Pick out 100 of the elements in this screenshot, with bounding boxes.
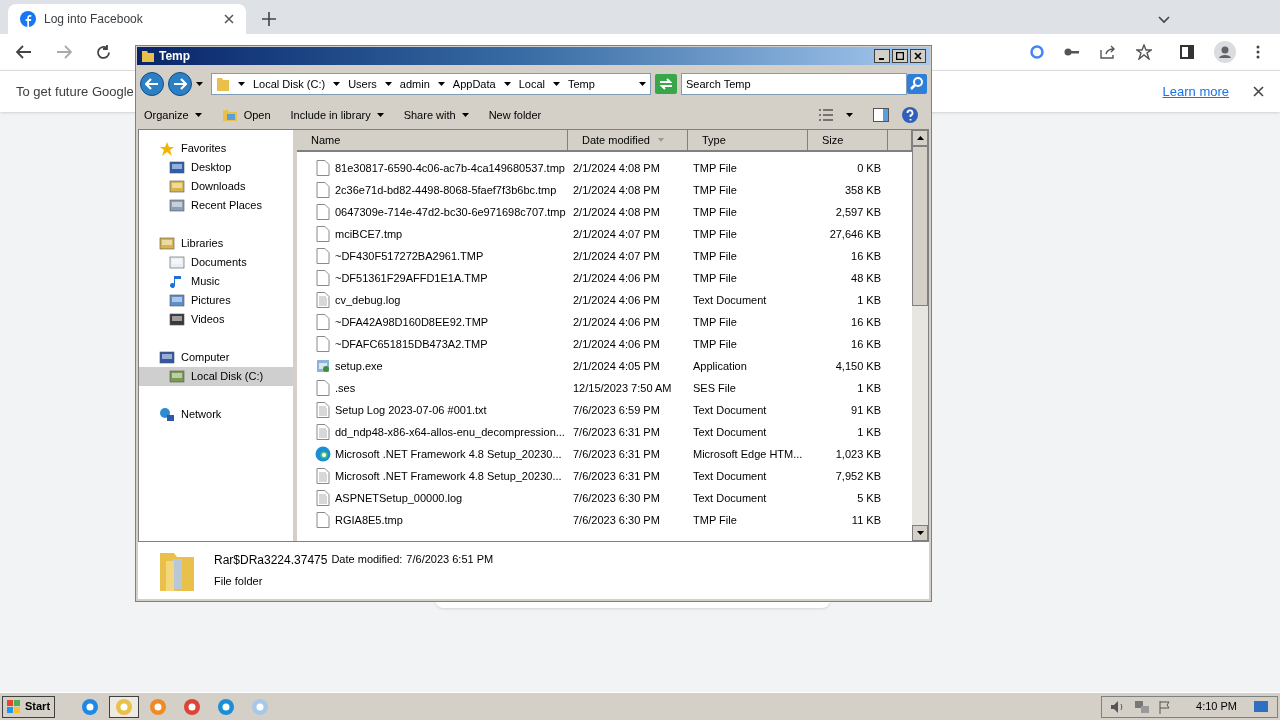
file-name: setup.exe — [335, 358, 383, 374]
column-header[interactable]: Size — [808, 130, 888, 150]
dropdown-arrow-icon — [238, 82, 245, 86]
file-row[interactable]: RGIA8E5.tmp 7/6/2023 6:30 PM TMP File 11 KB — [297, 509, 912, 531]
search-icon[interactable] — [907, 74, 927, 94]
refresh-icon[interactable] — [655, 74, 677, 94]
toolbar-button[interactable]: New folder — [488, 104, 542, 126]
avatar-icon[interactable] — [1214, 41, 1236, 63]
nav-item[interactable]: Favorites — [139, 139, 293, 158]
browser-tab[interactable]: Log into Facebook — [8, 4, 246, 34]
file-row[interactable]: mciBCE7.tmp 2/1/2024 4:07 PM TMP File 27,646 KB — [297, 223, 912, 245]
file-row[interactable]: Microsoft .NET Framework 4.8 Setup_20230... 7/6/2023 6:31 PM Text Document 7,952 KB — [297, 465, 912, 487]
file-row[interactable]: 2c36e71d-bd82-4498-8068-5faef7f3b6bc.tmp 2/1/2024 4:08 PM TMP File 358 KB — [297, 179, 912, 201]
file-row[interactable]: ~DFAFC651815DB473A2.TMP 2/1/2024 4:06 PM TMP File 16 KB — [297, 333, 912, 355]
nav-item[interactable]: Recent Places — [139, 196, 293, 215]
back-button[interactable] — [140, 72, 164, 96]
file-name: ~DFA42A98D160D8EE92.TMP — [335, 314, 489, 330]
nav-item[interactable]: Local Disk (C:) — [139, 367, 293, 386]
file-row[interactable]: setup.exe 2/1/2024 4:05 PM Application 4,150 KB — [297, 355, 912, 377]
new-tab-icon[interactable] — [262, 12, 276, 26]
file-row[interactable]: 0647309e-714e-47d2-bc30-6e971698c707.tmp 2/1/2024 4:08 PM TMP File 2,597 KB — [297, 201, 912, 223]
star-icon — [159, 140, 175, 157]
file-row[interactable]: ASPNETSetup_00000.log 7/6/2023 6:30 PM Text Document 5 KB — [297, 487, 912, 509]
breadcrumb-item[interactable]: AppData — [452, 75, 496, 93]
file-row[interactable]: 81e30817-6590-4c06-ac7b-4ca149680537.tmp 2/1/2024 4:08 PM TMP File 0 KB — [297, 157, 912, 179]
more-icon[interactable] — [1256, 45, 1260, 59]
text-file-icon — [316, 402, 330, 418]
file-name: dd_ndp48-x86-x64-allos-enu_decompression... — [335, 424, 565, 440]
file-row[interactable]: cv_debug.log 2/1/2024 4:06 PM Text Document 1 KB — [297, 289, 912, 311]
back-icon[interactable] — [16, 45, 32, 59]
file-row[interactable]: ~DF51361F29AFFD1E1A.TMP 2/1/2024 4:06 PM TMP File 48 KB — [297, 267, 912, 289]
file-row[interactable]: .ses 12/15/2023 7:50 AM SES File 1 KB — [297, 377, 912, 399]
toolbar-button[interactable]: Share with — [403, 104, 469, 126]
date-cell-text: 2/1/2024 4:08 PM — [572, 204, 661, 220]
breadcrumb-item[interactable]: Temp — [567, 75, 595, 93]
scroll-up-icon[interactable] — [916, 136, 924, 140]
search-field[interactable]: Search Temp — [681, 73, 907, 95]
text-file-icon — [316, 424, 330, 440]
nav-item[interactable]: Network — [139, 405, 293, 424]
dropdown-arrow-icon — [196, 82, 203, 86]
scroll-down-icon[interactable] — [916, 531, 924, 535]
key-icon[interactable] — [1064, 47, 1080, 57]
side-panel-icon[interactable] — [1180, 45, 1194, 59]
minimize-button[interactable] — [874, 49, 890, 63]
computer-icon — [159, 349, 175, 366]
breadcrumb-item[interactable]: Local Disk (C:) — [253, 75, 326, 93]
flag-icon[interactable] — [1158, 699, 1173, 714]
file-row[interactable]: ~DFA42A98D160D8EE92.TMP 2/1/2024 4:06 PM TMP File 16 KB — [297, 311, 912, 333]
size-cell-text: 27,646 KB — [828, 226, 881, 242]
type-cell-text: Text Document — [692, 468, 768, 484]
learn-more-link[interactable]: Learn more — [1162, 81, 1229, 102]
nav-item[interactable]: Pictures — [139, 291, 293, 310]
nav-item[interactable]: Computer — [139, 348, 293, 367]
dropdown-arrow-icon — [437, 82, 445, 86]
toolbar-button[interactable]: Open — [221, 104, 271, 126]
nav-item[interactable]: Libraries — [139, 234, 293, 253]
type-cell-text: TMP File — [692, 226, 738, 242]
nav-item[interactable]: Videos — [139, 310, 293, 329]
nav-item[interactable]: Documents — [139, 253, 293, 272]
breadcrumb-item[interactable]: admin — [399, 75, 430, 93]
nav-item[interactable]: Desktop — [139, 158, 293, 177]
close-icon[interactable] — [224, 14, 234, 24]
column-header[interactable]: Type — [688, 130, 808, 150]
size-cell-text: 4,150 KB — [834, 358, 881, 374]
picture-icon — [169, 292, 185, 309]
file-row[interactable]: ~DF430F517272BA2961.TMP 2/1/2024 4:07 PM TMP File 16 KB — [297, 245, 912, 267]
scrollbar[interactable] — [912, 130, 928, 541]
size-cell-text: 11 KB — [850, 512, 881, 528]
breadcrumb-item[interactable]: Local — [518, 75, 545, 93]
date-cell-text: 2/1/2024 4:06 PM — [572, 314, 661, 330]
file-row[interactable]: Microsoft .NET Framework 4.8 Setup_20230... 7/6/2023 6:31 PM Microsoft Edge HTM... 1,023 KB — [297, 443, 912, 465]
view-options-icon[interactable] — [818, 108, 834, 122]
taskbar-app[interactable] — [109, 695, 140, 718]
star-outline-icon[interactable] — [1136, 44, 1152, 60]
column-header[interactable]: Name — [297, 130, 568, 150]
reload-icon[interactable] — [96, 44, 111, 60]
share-icon[interactable] — [1100, 45, 1116, 59]
infobar-text: To get future Google — [16, 82, 134, 101]
nav-item[interactable]: Music — [139, 272, 293, 291]
column-header[interactable]: Date modified — [568, 130, 688, 150]
document-icon — [169, 254, 185, 271]
start-button[interactable]: Start — [2, 695, 56, 718]
maximize-button[interactable] — [892, 49, 908, 63]
toolbar-button[interactable]: Include in library — [290, 104, 384, 126]
address-bar[interactable]: Local Disk (C:) Users admin AppData Local Temp — [211, 73, 651, 95]
close-icon[interactable] — [1253, 86, 1264, 97]
show-desktop-icon[interactable] — [1253, 699, 1269, 714]
close-button[interactable] — [910, 49, 926, 63]
breadcrumb-item[interactable]: Users — [348, 75, 377, 93]
toolbar-button[interactable]: Organize — [144, 104, 202, 126]
network-icon[interactable] — [1134, 699, 1151, 714]
forward-button[interactable] — [168, 72, 192, 96]
help-icon[interactable] — [901, 106, 919, 124]
date-cell-text: 7/6/2023 6:30 PM — [572, 490, 661, 506]
preview-pane-icon[interactable] — [873, 108, 889, 122]
file-row[interactable]: dd_ndp48-x86-x64-allos-enu_decompression... 7/6/2023 6:31 PM Text Document 1 KB — [297, 421, 912, 443]
chevron-down-icon[interactable] — [1158, 16, 1170, 24]
file-row[interactable]: Setup Log 2023-07-06 #001.txt 7/6/2023 6:59 PM Text Document 91 KB — [297, 399, 912, 421]
nav-item[interactable]: Downloads — [139, 177, 293, 196]
dropdown-arrow-icon — [552, 82, 560, 86]
